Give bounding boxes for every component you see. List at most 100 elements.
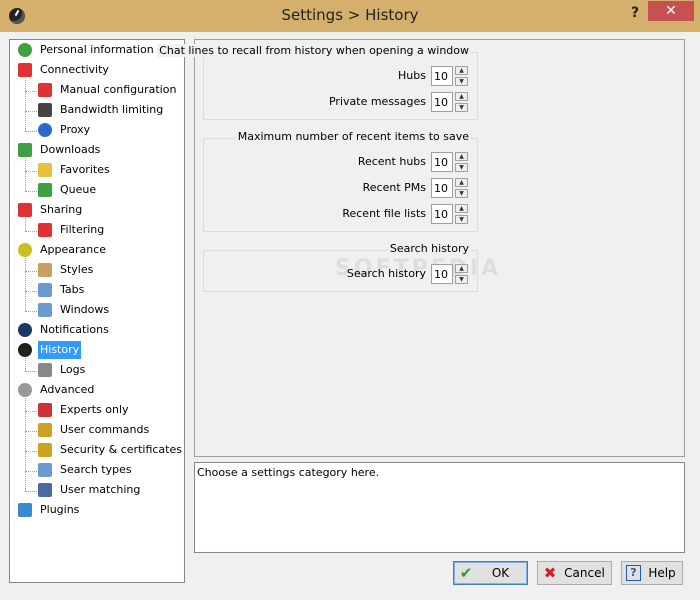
log-icon bbox=[38, 363, 52, 377]
globe-icon bbox=[38, 123, 52, 137]
tree-item-label: Tabs bbox=[60, 283, 85, 296]
eye-icon bbox=[18, 243, 32, 257]
tree-connector bbox=[25, 131, 37, 132]
tree-connector bbox=[25, 191, 37, 192]
tabs-icon bbox=[38, 283, 52, 297]
private-messages-spin-down-button[interactable]: ▼ bbox=[455, 103, 468, 112]
recent-pms-spin-down-button[interactable]: ▼ bbox=[455, 189, 468, 198]
hubs-spin-down-button[interactable]: ▼ bbox=[455, 77, 468, 86]
magnifier-icon bbox=[38, 463, 52, 477]
recent-pms-spin-up-button[interactable]: ▲ bbox=[455, 178, 468, 187]
tools-icon bbox=[38, 403, 52, 417]
tree-connector bbox=[25, 411, 37, 412]
tree-connector bbox=[25, 271, 37, 272]
recent-pms-input[interactable] bbox=[431, 178, 453, 198]
search-history-label: Search history bbox=[346, 267, 426, 280]
ok-button[interactable]: ✔ OK bbox=[453, 561, 528, 585]
private-messages-spinner[interactable]: ▲ ▼ bbox=[431, 92, 469, 112]
tree-item-label: Queue bbox=[60, 183, 97, 196]
recent-pms-spinner[interactable]: ▲ ▼ bbox=[431, 178, 469, 198]
notification-icon bbox=[18, 323, 32, 337]
tree-item-label: Styles bbox=[60, 263, 94, 276]
palette-icon bbox=[38, 263, 52, 277]
tree-item-label: User matching bbox=[60, 483, 141, 496]
help-button[interactable]: ? Help bbox=[621, 561, 683, 585]
tree-item-label: Sharing bbox=[40, 203, 83, 216]
tree-item-label: Search types bbox=[60, 463, 132, 476]
tree-item-label: Manual configuration bbox=[60, 83, 177, 96]
up-arrow-icon bbox=[18, 203, 32, 217]
recent-file-lists-input[interactable] bbox=[431, 204, 453, 224]
tree-item-label: Personal information bbox=[40, 43, 154, 56]
settings-window: Settings > History ? ✕ Personal informat… bbox=[0, 0, 700, 600]
private-messages-spin-up-button[interactable]: ▲ bbox=[455, 92, 468, 101]
tree-connector bbox=[25, 78, 26, 131]
lock-icon bbox=[38, 443, 52, 457]
windows-icon bbox=[38, 303, 52, 317]
tree-connector bbox=[25, 471, 37, 472]
private-messages-label: Private messages bbox=[328, 95, 426, 108]
users-icon bbox=[38, 483, 52, 497]
tree-item-label: Proxy bbox=[60, 123, 91, 136]
close-button[interactable]: ✕ bbox=[648, 1, 694, 21]
settings-page-panel: SOFTPEDIA Chat lines to recall from hist… bbox=[157, 39, 685, 457]
tree-item-label: Experts only bbox=[60, 403, 129, 416]
down-arrow-icon bbox=[18, 143, 32, 157]
search-history-spin-down-button[interactable]: ▼ bbox=[455, 275, 468, 284]
tree-connector bbox=[25, 358, 26, 371]
hubs-spin-up-button[interactable]: ▲ bbox=[455, 66, 468, 75]
tree-item-label: Security & certificates bbox=[60, 443, 182, 456]
recent-hubs-input[interactable] bbox=[431, 152, 453, 172]
queue-icon bbox=[38, 183, 52, 197]
key-icon bbox=[38, 423, 52, 437]
tree-connector bbox=[25, 258, 26, 311]
tree-item-label: Appearance bbox=[40, 243, 107, 256]
title-bar: Settings > History ? ✕ bbox=[0, 0, 700, 32]
recent-hubs-spin-up-button[interactable]: ▲ bbox=[455, 152, 468, 161]
search-history-spinner[interactable]: ▲ ▼ bbox=[431, 264, 469, 284]
recent-file-lists-spinner[interactable]: ▲ ▼ bbox=[431, 204, 469, 224]
recent-items-group: Maximum number of recent items to save R… bbox=[203, 130, 478, 232]
recent-items-group-title: Maximum number of recent items to save bbox=[235, 130, 471, 143]
person-icon bbox=[18, 43, 32, 57]
tree-connector bbox=[25, 451, 37, 452]
tree-item-label: Bandwidth limiting bbox=[60, 103, 164, 116]
tree-connector bbox=[25, 91, 37, 92]
recent-file-lists-spin-down-button[interactable]: ▼ bbox=[455, 215, 468, 224]
tree-connector bbox=[25, 171, 37, 172]
tree-item-label: User commands bbox=[60, 423, 150, 436]
tree-item-label: Connectivity bbox=[40, 63, 109, 76]
chat-lines-group: Chat lines to recall from history when o… bbox=[157, 44, 478, 120]
tree-item-label: Advanced bbox=[40, 383, 95, 396]
recent-hubs-spin-down-button[interactable]: ▼ bbox=[455, 163, 468, 172]
speedometer-icon bbox=[38, 103, 52, 117]
tree-connector bbox=[25, 398, 26, 491]
tree-connector bbox=[25, 431, 37, 432]
gear-icon bbox=[18, 383, 32, 397]
tree-connector bbox=[25, 111, 37, 112]
clock-icon bbox=[18, 343, 32, 357]
up-arrow-icon bbox=[38, 223, 52, 237]
plugin-icon bbox=[18, 503, 32, 517]
private-messages-input[interactable] bbox=[431, 92, 453, 112]
recent-pms-label: Recent PMs bbox=[362, 181, 426, 194]
tree-item-label: Filtering bbox=[60, 223, 105, 236]
cancel-button[interactable]: ✖ Cancel bbox=[537, 561, 612, 585]
tree-item-label: History bbox=[38, 341, 82, 359]
recent-file-lists-spin-up-button[interactable]: ▲ bbox=[455, 204, 468, 213]
tree-connector bbox=[25, 371, 37, 372]
context-help-button[interactable]: ? bbox=[625, 3, 645, 23]
search-history-spin-up-button[interactable]: ▲ bbox=[455, 264, 468, 273]
search-history-group-title: Search history bbox=[387, 242, 471, 255]
hubs-input[interactable] bbox=[431, 66, 453, 86]
search-history-input[interactable] bbox=[431, 264, 453, 284]
tree-item-label: Notifications bbox=[40, 323, 109, 336]
recent-hubs-spinner[interactable]: ▲ ▼ bbox=[431, 152, 469, 172]
window-title: Settings > History bbox=[281, 6, 419, 24]
hubs-spinner[interactable]: ▲ ▼ bbox=[431, 66, 469, 86]
settings-category-tree[interactable]: Personal information Connectivity Manual c… bbox=[9, 39, 185, 583]
antenna-icon bbox=[38, 83, 52, 97]
hubs-label: Hubs bbox=[398, 69, 426, 82]
chat-lines-group-title: Chat lines to recall from history when o… bbox=[157, 44, 471, 57]
tree-item-label: Windows bbox=[60, 303, 110, 316]
